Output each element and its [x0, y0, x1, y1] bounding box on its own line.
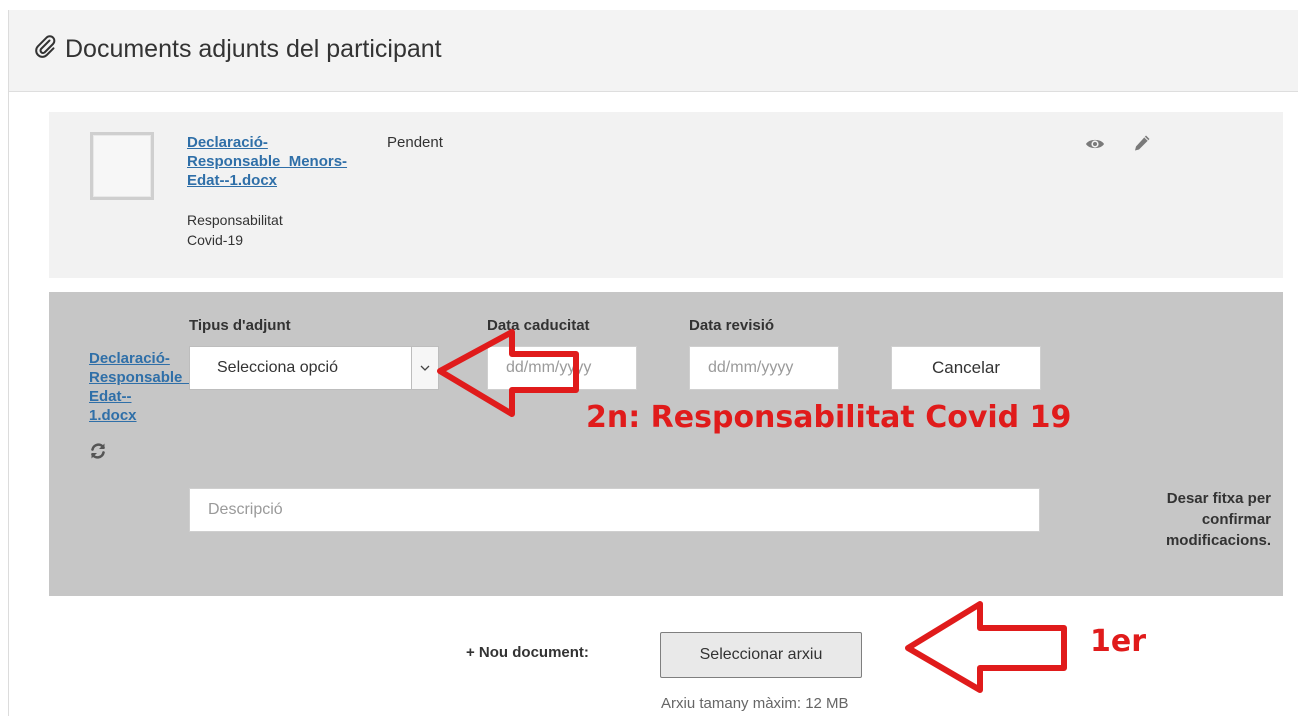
- cancel-button[interactable]: Cancelar: [891, 346, 1041, 390]
- side-filename-line: 1.docx: [89, 407, 137, 424]
- save-hint-line: confirmar: [1201, 511, 1271, 528]
- filename-line: Declaració-: [187, 134, 268, 151]
- document-thumbnail[interactable]: [90, 132, 154, 200]
- panel-header: Documents adjunts del participant: [9, 10, 1298, 92]
- chevron-down-icon[interactable]: [411, 347, 438, 389]
- filename-line: Edat--1.docx: [187, 172, 278, 189]
- select-file-button[interactable]: Seleccionar arxiu: [660, 632, 862, 678]
- panel-title: Documents adjunts del participant: [33, 34, 442, 65]
- save-hint: Desar fitxa per confirmar modificacions.: [1071, 488, 1271, 551]
- side-filename-link[interactable]: Declaració- Responsable_ Edat-- 1.docx: [89, 349, 189, 425]
- pencil-icon[interactable]: [1133, 134, 1151, 157]
- panel-left-border: [8, 10, 9, 716]
- document-type: Responsabilitat Covid-19: [187, 210, 317, 250]
- type-label: Tipus d'adjunt: [189, 317, 291, 334]
- annotation-arrow-step1: [905, 601, 1067, 693]
- attachment-edit-form: Tipus d'adjunt Data caducitat Data revis…: [49, 292, 1283, 596]
- side-filename-line: Responsable_: [89, 369, 189, 386]
- annotation-step2: 2n: Responsabilitat Covid 19: [586, 400, 1072, 435]
- description-input[interactable]: [189, 488, 1040, 532]
- annotation-arrow-step2: [437, 329, 579, 417]
- paperclip-icon: [33, 34, 57, 65]
- filename-line: Responsable_Menors-: [187, 153, 348, 170]
- document-filename-link[interactable]: Declaració- Responsable_Menors- Edat--1.…: [187, 133, 397, 190]
- refresh-icon[interactable]: [89, 442, 107, 465]
- side-filename-line: Edat--: [89, 388, 132, 405]
- annotation-step1: 1er: [1090, 624, 1147, 659]
- save-hint-line: modificacions.: [1165, 532, 1271, 549]
- panel-title-text: Documents adjunts del participant: [65, 35, 442, 63]
- side-filename-line: Declaració-: [89, 350, 170, 367]
- top-strip: [0, 0, 1298, 10]
- attachment-type-select[interactable]: Selecciona opció: [189, 346, 439, 390]
- new-document-label: + Nou document:: [466, 644, 589, 661]
- document-type-line: Covid-19: [187, 232, 244, 248]
- review-label: Data revisió: [689, 317, 775, 334]
- review-date-input[interactable]: [689, 346, 839, 390]
- document-type-line: Responsabilitat: [187, 212, 283, 228]
- eye-icon[interactable]: [1085, 137, 1105, 156]
- document-status: Pendent: [387, 134, 443, 151]
- max-file-size-text: Arxiu tamany màxim: 12 MB: [661, 695, 849, 712]
- save-hint-line: Desar fitxa per: [1166, 490, 1271, 507]
- attachment-type-value: Selecciona opció: [217, 359, 338, 376]
- attached-document-card: Declaració- Responsable_Menors- Edat--1.…: [49, 112, 1283, 278]
